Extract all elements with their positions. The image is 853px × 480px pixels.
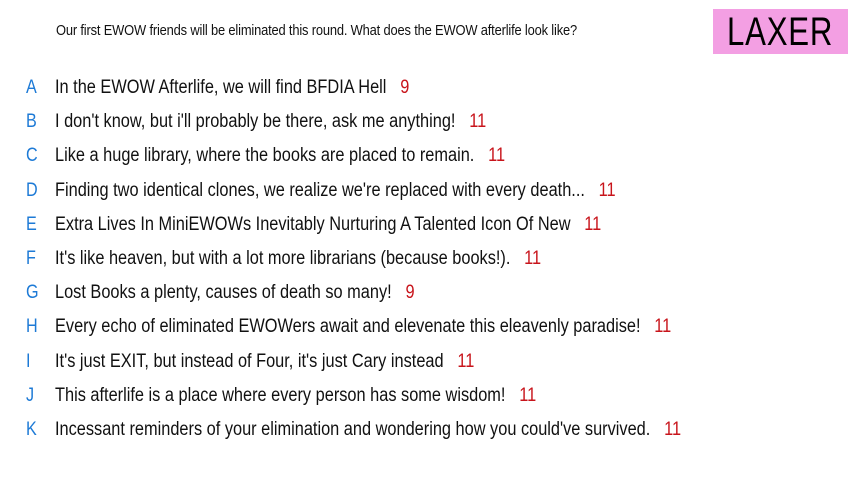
option-row-c: C Like a huge library, where the books a… [0,139,853,173]
option-row-e: E Extra Lives In MiniEWOWs Inevitably Nu… [0,208,853,242]
option-score: 11 [664,418,682,440]
option-text: In the EWOW Afterlife, we will find BFDI… [55,77,387,99]
option-row-a: A In the EWOW Afterlife, we will find BF… [0,71,853,105]
option-letter: I [26,350,31,372]
options-list: A In the EWOW Afterlife, we will find BF… [0,71,853,447]
option-row-i: I It's just EXIT, but instead of Four, i… [0,345,853,379]
option-text: Incessant reminders of your elimination … [55,418,651,440]
option-row-d: D Finding two identical clones, we reali… [0,174,853,208]
option-letter: K [26,418,37,440]
option-score: 11 [519,384,537,406]
prompt-text: Our first EWOW friends will be eliminate… [56,22,577,39]
option-letter: J [26,384,35,406]
option-score: 11 [598,179,616,201]
option-row-f: F It's like heaven, but with a lot more … [0,242,853,276]
option-score: 9 [400,77,410,99]
option-text: I don't know, but i'll probably be there… [55,111,456,133]
option-letter: A [26,77,37,99]
option-letter: D [26,179,38,201]
option-letter: H [26,316,38,338]
option-text: Finding two identical clones, we realize… [55,179,585,201]
option-text: It's just EXIT, but instead of Four, it'… [55,350,444,372]
option-letter: E [26,213,37,235]
option-text: Every echo of eliminated EWOWers await a… [55,316,641,338]
option-letter: G [26,282,39,304]
option-row-j: J This afterlife is a place where every … [0,379,853,413]
contestant-name: LAXER [727,9,834,54]
contestant-badge: LAXER [713,9,848,54]
option-score: 11 [457,350,475,372]
option-score: 11 [584,213,602,235]
option-row-h: H Every echo of eliminated EWOWers await… [0,310,853,344]
option-score: 11 [488,145,506,167]
option-letter: C [26,145,38,167]
option-letter: F [26,248,36,270]
option-score: 11 [654,316,672,338]
option-letter: B [26,111,37,133]
option-row-k: K Incessant reminders of your eliminatio… [0,413,853,447]
option-row-g: G Lost Books a plenty, causes of death s… [0,276,853,310]
option-text: Extra Lives In MiniEWOWs Inevitably Nurt… [55,213,571,235]
option-text: It's like heaven, but with a lot more li… [55,248,511,270]
option-score: 11 [524,248,542,270]
option-text: This afterlife is a place where every pe… [55,384,506,406]
option-row-b: B I don't know, but i'll probably be the… [0,105,853,139]
option-score: 9 [405,282,415,304]
option-text: Like a huge library, where the books are… [55,145,475,167]
option-score: 11 [469,111,487,133]
option-text: Lost Books a plenty, causes of death so … [55,282,392,304]
